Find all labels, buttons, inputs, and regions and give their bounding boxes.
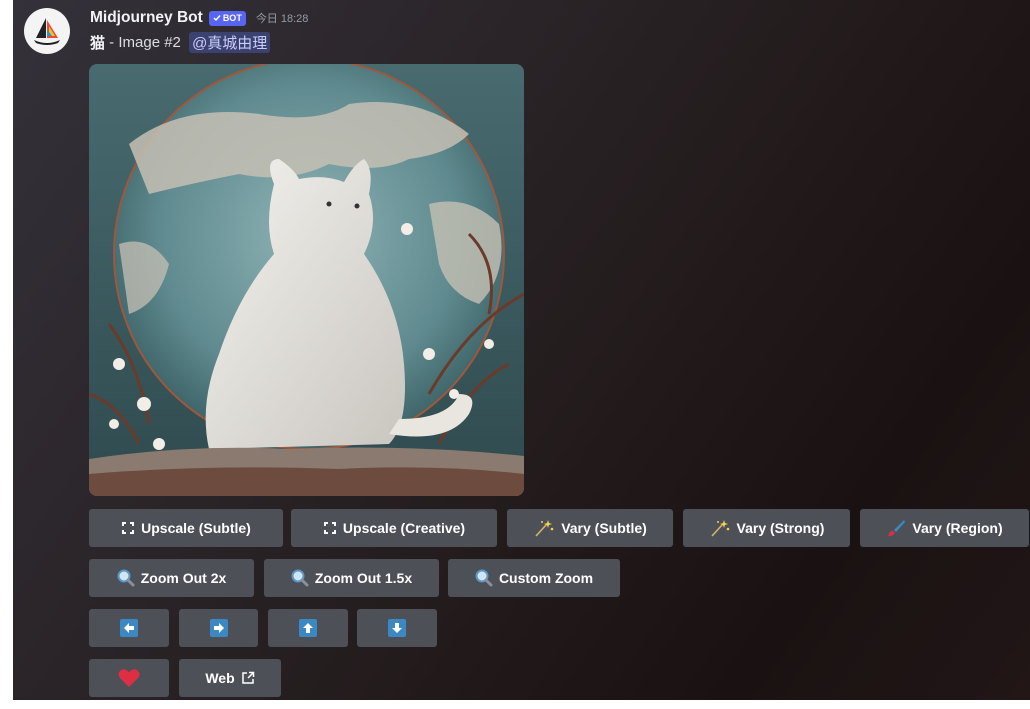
upscale-subtle-button[interactable]: Upscale (Subtle) xyxy=(89,509,283,547)
sailboat-logo-icon xyxy=(34,18,60,45)
image-label: - Image #2 xyxy=(105,33,186,51)
pan-left-button[interactable] xyxy=(89,609,169,647)
white-cat-illustration xyxy=(89,64,524,496)
expand-arrows-icon xyxy=(121,521,135,535)
vary-strong-label: Vary (Strong) xyxy=(736,520,825,536)
upscale-subtle-label: Upscale (Subtle) xyxy=(141,520,251,536)
user-mention[interactable]: @真城由理 xyxy=(189,31,271,53)
custom-zoom-label: Custom Zoom xyxy=(498,570,594,586)
message-header: Midjourney Bot BOT 今日 18:28 xyxy=(90,8,308,28)
generated-image[interactable] xyxy=(89,64,524,496)
vary-strong-button[interactable]: Vary (Strong) xyxy=(683,509,850,547)
custom-zoom-button[interactable]: Custom Zoom xyxy=(448,559,620,597)
zoom-out-2x-button[interactable]: Zoom Out 2x xyxy=(89,559,254,597)
paintbrush-icon xyxy=(886,519,906,537)
heart-icon xyxy=(118,668,140,688)
sparkles-icon xyxy=(533,519,555,537)
external-link-icon xyxy=(241,671,255,685)
upscale-creative-label: Upscale (Creative) xyxy=(342,520,466,536)
vary-subtle-button[interactable]: Vary (Subtle) xyxy=(507,509,673,547)
prompt-text: 猫 xyxy=(90,34,106,52)
web-link-button[interactable]: Web xyxy=(179,659,281,697)
message-content: 猫 - Image #2 @真城由理 xyxy=(90,31,271,53)
magnifier-icon xyxy=(475,569,493,587)
magnifier-icon xyxy=(117,569,135,587)
zoom-out-1-5x-label: Zoom Out 1.5x xyxy=(314,570,413,586)
magnifier-icon xyxy=(291,569,309,587)
left-arrow-icon xyxy=(120,619,138,637)
pan-down-button[interactable] xyxy=(357,609,437,647)
zoom-out-2x-label: Zoom Out 2x xyxy=(140,570,227,586)
upscale-creative-button[interactable]: Upscale (Creative) xyxy=(291,509,497,547)
vary-region-label: Vary (Region) xyxy=(912,520,1003,536)
favorite-button[interactable] xyxy=(89,659,169,697)
sparkles-icon xyxy=(709,519,731,537)
vary-subtle-label: Vary (Subtle) xyxy=(561,520,647,536)
check-icon xyxy=(213,15,221,22)
pan-right-button[interactable] xyxy=(179,609,258,647)
bot-tag-label: BOT xyxy=(222,12,242,23)
expand-arrows-icon xyxy=(323,521,337,535)
right-arrow-icon xyxy=(209,619,228,637)
vary-region-button[interactable]: Vary (Region) xyxy=(860,509,1029,547)
zoom-out-1-5x-button[interactable]: Zoom Out 1.5x xyxy=(264,559,439,597)
pan-up-button[interactable] xyxy=(268,609,348,647)
author-name[interactable]: Midjourney Bot xyxy=(90,9,203,27)
down-arrow-icon xyxy=(388,619,406,637)
up-arrow-icon xyxy=(299,619,317,637)
bot-tag: BOT xyxy=(208,10,246,26)
message-timestamp: 今日 18:28 xyxy=(255,13,309,25)
midjourney-avatar[interactable] xyxy=(24,8,70,54)
web-label: Web xyxy=(205,670,235,686)
